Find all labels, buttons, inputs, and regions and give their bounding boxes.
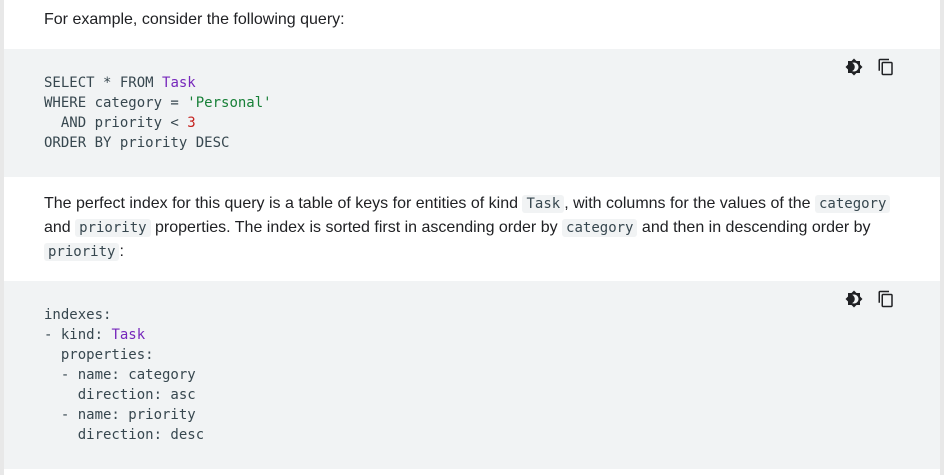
query-token: ORDER BY priority DESC: [44, 135, 230, 151]
yaml-token: direction: asc: [44, 387, 196, 403]
dark-mode-icon[interactable]: [844, 289, 864, 309]
code-query-text: SELECT * FROM Task WHERE category = 'Per…: [44, 73, 272, 153]
query-token: AND priority <: [44, 115, 188, 131]
yaml-token: properties:: [44, 347, 154, 363]
index-explanation: The perfect index for this query is a ta…: [44, 192, 904, 264]
copy-icon[interactable]: [876, 57, 896, 77]
code-block-query: SELECT * FROM Task WHERE category = 'Per…: [4, 49, 940, 177]
yaml-token: indexes:: [44, 307, 112, 323]
code-block-actions: [844, 289, 896, 309]
inline-code: priority: [44, 243, 120, 261]
query-token: 'Personal': [187, 95, 272, 111]
inline-code: category: [562, 219, 638, 237]
inline-code: category: [814, 195, 891, 213]
query-token: WHERE category =: [44, 95, 188, 111]
dark-mode-icon[interactable]: [844, 57, 864, 77]
code-block-index-config: indexes: - kind: Task properties: - name…: [4, 281, 940, 469]
documentation-page: For example, consider the following quer…: [4, 0, 940, 475]
inline-code: priority: [75, 219, 151, 237]
query-token: Task: [162, 75, 196, 91]
yaml-token: - kind:: [44, 327, 112, 343]
copy-icon[interactable]: [876, 289, 896, 309]
intro-text: For example, consider the following quer…: [44, 11, 345, 28]
yaml-token: - name: priority: [44, 407, 196, 423]
query-token: 3: [187, 115, 196, 131]
inline-code: Task: [522, 195, 565, 213]
yaml-token: Task: [111, 327, 146, 343]
yaml-token: - name: category: [44, 367, 196, 383]
code-block-actions: [844, 57, 896, 77]
yaml-token: direction: desc: [44, 427, 205, 443]
query-token: SELECT * FROM: [44, 75, 163, 91]
code-index-yaml-text: indexes: - kind: Task properties: - name…: [44, 305, 204, 445]
